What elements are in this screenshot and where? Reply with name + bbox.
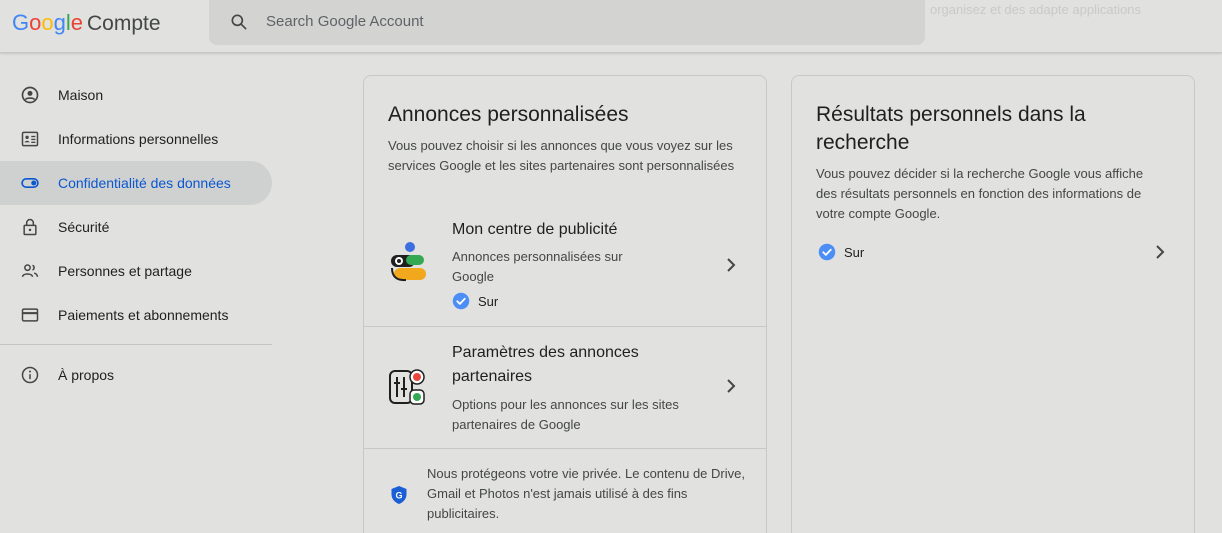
chevron-right-icon[interactable] xyxy=(724,256,738,274)
privacy-note: G Nous protégeons votre vie privée. Le c… xyxy=(364,449,766,529)
sidebar-item-home[interactable]: Maison xyxy=(0,73,272,117)
card-title: Résultats personnels dans la recherche xyxy=(816,103,1086,154)
row-title: Paramètres des annonces partenaires xyxy=(452,344,639,385)
sidebar-item-personal-info[interactable]: Informations personnelles xyxy=(0,117,272,161)
my-ad-center-row[interactable]: Mon centre de publicité Annonces personn… xyxy=(364,211,766,326)
privacy-note-text: Nous protégeons votre vie privée. Le con… xyxy=(427,466,745,521)
sidebar-item-label: Maison xyxy=(58,87,104,103)
toggle-icon xyxy=(21,178,39,188)
partner-ads-settings-row[interactable]: Paramètres des annonces partenaires Opti… xyxy=(364,327,766,447)
svg-text:G: G xyxy=(395,491,402,501)
check-circle-icon xyxy=(452,292,470,310)
status-badge: Sur xyxy=(818,243,864,261)
personal-results-card: Résultats personnels dans la recherche V… xyxy=(791,75,1195,533)
logo-google-wordmark: Google xyxy=(12,10,84,35)
card-description: Vous pouvez décider si la recherche Goog… xyxy=(816,166,1144,221)
search-input[interactable] xyxy=(266,13,866,30)
id-card-icon xyxy=(21,131,39,147)
faint-header-text: organisez et des adapte applications xyxy=(930,2,1142,17)
sidebar-item-label: Paiements et abonnements xyxy=(58,307,229,323)
personalized-ads-card: Annonces personnalisées Vous pouvez choi… xyxy=(363,75,767,533)
sidebar-item-about[interactable]: À propos xyxy=(0,353,272,397)
people-icon xyxy=(21,264,39,278)
status-text: Sur xyxy=(844,244,865,260)
row-subtitle: Annonces personnalisées sur Google xyxy=(452,249,623,284)
partner-settings-illustration-icon xyxy=(389,369,425,405)
google-shield-icon: G xyxy=(391,486,407,504)
sidebar-item-data-privacy[interactable]: Confidentialité des données xyxy=(0,161,272,205)
sidebar-item-payments[interactable]: Paiements et abonnements xyxy=(0,293,272,337)
sidebar-item-label: Confidentialité des données xyxy=(58,175,231,191)
sidebar-divider xyxy=(0,344,272,345)
credit-card-icon xyxy=(21,308,39,322)
chevron-right-icon[interactable] xyxy=(724,377,738,395)
sidebar-item-people-sharing[interactable]: Personnes et partage xyxy=(0,249,272,293)
ad-center-illustration-icon xyxy=(391,242,426,282)
row-title: Mon centre de publicité xyxy=(452,221,618,238)
sidebar-item-label: Personnes et partage xyxy=(58,263,192,279)
status-text: Sur xyxy=(478,293,499,309)
google-account-logo[interactable]: Google Compte xyxy=(12,10,161,36)
card-description: Vous pouvez choisir si les annonces que … xyxy=(388,138,735,173)
card-title: Annonces personnalisées xyxy=(388,103,629,126)
row-subtitle: Options pour les annonces sur les sites … xyxy=(452,397,679,432)
lock-icon xyxy=(23,218,37,236)
sidebar-item-label: À propos xyxy=(58,367,115,383)
check-circle-icon xyxy=(818,243,836,261)
search-icon[interactable] xyxy=(229,12,249,32)
sidebar-item-label: Sécurité xyxy=(58,219,110,235)
account-circle-icon xyxy=(21,86,39,104)
top-bar: GoogleCompte organisez et des adapte app… xyxy=(0,0,1222,53)
logo-product-name: Compte xyxy=(87,12,161,35)
personal-results-row[interactable]: Sur xyxy=(792,234,1194,270)
chevron-right-icon[interactable] xyxy=(1153,243,1167,261)
sidebar-nav: Maison Informations personnelles Confide… xyxy=(0,73,276,397)
info-icon xyxy=(21,366,39,384)
status-badge: Sur xyxy=(452,292,498,310)
sidebar-item-security[interactable]: Sécurité xyxy=(0,205,272,249)
search-bar[interactable] xyxy=(209,0,925,45)
sidebar-item-label: Informations personnelles xyxy=(58,131,219,147)
